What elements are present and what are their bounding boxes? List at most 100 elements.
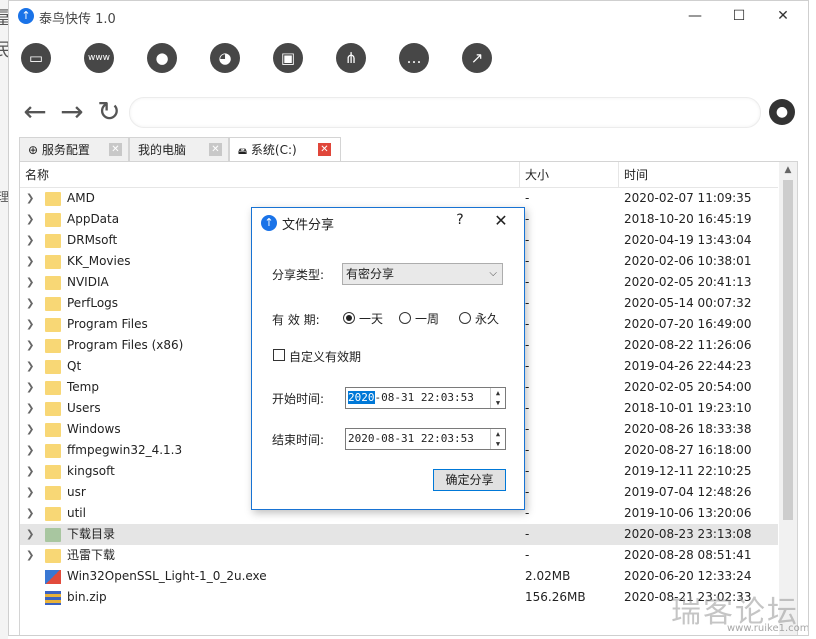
file-name: util bbox=[67, 506, 86, 520]
folder-icon bbox=[45, 402, 61, 416]
dialog-title: 文件分享 bbox=[282, 218, 335, 233]
folder-icon bbox=[45, 444, 61, 458]
trend-icon[interactable]: ↗ bbox=[462, 43, 492, 73]
radio-one-day[interactable] bbox=[343, 312, 355, 324]
globe-icon: ⊕ bbox=[28, 143, 39, 157]
expand-arrow-icon[interactable]: ❯ bbox=[26, 503, 34, 524]
tab-my-computer[interactable]: 我的电脑 ✕ bbox=[129, 137, 229, 161]
file-time: 2020-08-26 18:33:38 bbox=[624, 422, 752, 436]
file-size: 2.02MB bbox=[525, 569, 571, 583]
confirm-share-button[interactable]: 确定分享 bbox=[433, 469, 506, 491]
folder-icon bbox=[45, 234, 61, 248]
scroll-up-icon[interactable]: ▲ bbox=[779, 165, 797, 175]
expand-arrow-icon[interactable]: ❯ bbox=[26, 314, 34, 335]
table-row[interactable]: ❯ AMD - 2020-02-07 11:09:35 bbox=[20, 188, 778, 209]
table-row[interactable]: ❯ 下载目录 - 2020-08-23 23:13:08 bbox=[20, 524, 778, 545]
expand-arrow-icon[interactable]: ❯ bbox=[26, 335, 34, 356]
scroll-thumb[interactable] bbox=[783, 180, 793, 520]
address-input[interactable] bbox=[129, 97, 761, 128]
file-name: Win32OpenSSL_Light-1_0_2u.exe bbox=[67, 569, 267, 583]
tab-server-config[interactable]: ⊕ 服务配置 ✕ bbox=[19, 137, 129, 161]
file-size: - bbox=[525, 443, 530, 457]
minimize-button[interactable]: — bbox=[675, 3, 715, 29]
table-row[interactable]: ❯ 迅雷下载 - 2020-08-28 08:51:41 bbox=[20, 545, 778, 566]
tab-label: 我的电脑 bbox=[138, 143, 187, 157]
start-time-input[interactable]: 2020-08-31 22:03:53 ▲ ▼ bbox=[345, 387, 506, 409]
end-time-input[interactable]: 2020-08-31 22:03:53 ▲ ▼ bbox=[345, 428, 506, 450]
expand-arrow-icon[interactable]: ❯ bbox=[26, 377, 34, 398]
expand-arrow-icon[interactable]: ❯ bbox=[26, 356, 34, 377]
tab-system-c[interactable]: 🖴 系统(C:) ✕ bbox=[229, 137, 341, 162]
expand-arrow-icon[interactable]: ❯ bbox=[26, 440, 34, 461]
spin-up-icon[interactable]: ▲ bbox=[491, 429, 505, 439]
share-icon[interactable]: ⋔ bbox=[336, 43, 366, 73]
file-size: - bbox=[525, 464, 530, 478]
spin-down-icon[interactable]: ▼ bbox=[491, 398, 505, 408]
expand-arrow-icon[interactable]: ❯ bbox=[26, 293, 34, 314]
watermark-url: www.ruike1.com bbox=[727, 623, 809, 634]
table-row[interactable]: Win32OpenSSL_Light-1_0_2u.exe 2.02MB 2020-… bbox=[20, 566, 778, 587]
file-size: - bbox=[525, 191, 530, 205]
folder-icon bbox=[45, 297, 61, 311]
www-icon[interactable]: www bbox=[84, 43, 114, 73]
user-icon[interactable]: ● bbox=[147, 43, 177, 73]
custom-validity-label: 自定义有效期 bbox=[289, 350, 362, 364]
spin-down-icon[interactable]: ▼ bbox=[491, 439, 505, 449]
folder-icon bbox=[45, 255, 61, 269]
expand-arrow-icon[interactable]: ❯ bbox=[26, 188, 34, 209]
expand-arrow-icon[interactable]: ❯ bbox=[26, 251, 34, 272]
tab-close-icon[interactable]: ✕ bbox=[109, 143, 122, 156]
table-row[interactable]: bin.zip 156.26MB 2020-08-21 23:02:33 bbox=[20, 587, 778, 608]
file-size: - bbox=[525, 485, 530, 499]
expand-arrow-icon[interactable]: ❯ bbox=[26, 230, 34, 251]
folder-icon bbox=[45, 276, 61, 290]
expand-arrow-icon[interactable]: ❯ bbox=[26, 272, 34, 293]
end-time-spinner[interactable]: ▲ ▼ bbox=[490, 429, 505, 449]
column-header-name[interactable]: 名称 bbox=[20, 162, 520, 188]
expand-arrow-icon[interactable]: ❯ bbox=[26, 419, 34, 440]
expand-arrow-icon[interactable]: ❯ bbox=[26, 482, 34, 503]
file-time: 2018-10-20 16:45:19 bbox=[624, 212, 752, 226]
title-bar[interactable]: ↑ 泰鸟快传 1.0 — ☐ ✕ bbox=[9, 1, 808, 31]
forward-arrow-icon[interactable]: → bbox=[56, 97, 88, 129]
file-name: AppData bbox=[67, 212, 120, 226]
maximize-button[interactable]: ☐ bbox=[719, 3, 759, 29]
dialog-close-button[interactable]: ✕ bbox=[491, 211, 511, 230]
radio-forever[interactable] bbox=[459, 312, 471, 324]
monitor-icon[interactable]: ▭ bbox=[21, 43, 51, 73]
file-size: - bbox=[525, 359, 530, 373]
refresh-icon[interactable]: ↻ bbox=[93, 97, 125, 129]
expand-arrow-icon[interactable]: ❯ bbox=[26, 398, 34, 419]
file-time: 2020-08-23 23:13:08 bbox=[624, 527, 752, 541]
column-header-time[interactable]: 时间 bbox=[619, 162, 778, 188]
folder-icon bbox=[45, 381, 61, 395]
expand-arrow-icon[interactable]: ❯ bbox=[26, 545, 34, 566]
spin-up-icon[interactable]: ▲ bbox=[491, 388, 505, 398]
file-time: 2020-05-14 00:07:32 bbox=[624, 296, 752, 310]
vertical-scrollbar[interactable]: ▲ bbox=[779, 162, 797, 635]
folder-icon bbox=[45, 486, 61, 500]
expand-arrow-icon[interactable]: ❯ bbox=[26, 524, 34, 545]
radio-one-week[interactable] bbox=[399, 312, 411, 324]
file-time: 2019-04-26 22:44:23 bbox=[624, 359, 752, 373]
tab-close-icon[interactable]: ✕ bbox=[209, 143, 222, 156]
share-type-select[interactable]: 有密分享 ⌵ bbox=[342, 263, 503, 285]
account-icon[interactable]: ● bbox=[769, 99, 795, 125]
window-icon[interactable]: ▣ bbox=[273, 43, 303, 73]
expand-arrow-icon[interactable]: ❯ bbox=[26, 461, 34, 482]
file-size: - bbox=[525, 338, 530, 352]
back-arrow-icon[interactable]: ← bbox=[19, 97, 51, 129]
chat-icon[interactable]: … bbox=[399, 43, 429, 73]
table-header: 名称 大小 时间 bbox=[20, 162, 778, 188]
file-time: 2020-08-28 08:51:41 bbox=[624, 548, 752, 562]
help-button[interactable]: ? bbox=[452, 212, 468, 228]
tab-close-icon[interactable]: ✕ bbox=[318, 143, 331, 156]
column-header-size[interactable]: 大小 bbox=[520, 162, 619, 188]
start-time-spinner[interactable]: ▲ ▼ bbox=[490, 388, 505, 408]
close-button[interactable]: ✕ bbox=[763, 3, 803, 29]
expand-arrow-icon[interactable]: ❯ bbox=[26, 209, 34, 230]
palette-icon[interactable]: ◕ bbox=[210, 43, 240, 73]
end-time-label: 结束时间: bbox=[272, 433, 325, 447]
file-name: Qt bbox=[67, 359, 82, 373]
custom-validity-checkbox[interactable] bbox=[273, 349, 285, 361]
